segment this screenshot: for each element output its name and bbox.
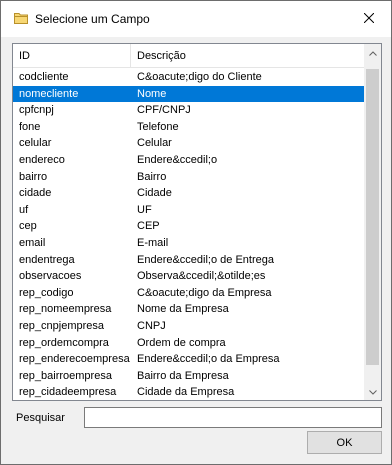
- list-item-description: Nome da Empresa: [137, 303, 229, 316]
- list-item-id: endentrega: [19, 253, 75, 266]
- list-item-id: uf: [19, 203, 29, 216]
- list-item-id: bairro: [19, 170, 48, 183]
- list-item-description: Endere&ccedil;o de Entrega: [137, 253, 274, 266]
- list-item[interactable]: uf UF: [13, 202, 365, 219]
- list-item-id: rep_nomeempresa: [19, 303, 112, 316]
- list-item[interactable]: cep CEP: [13, 218, 365, 235]
- list-item-id: nomecliente: [19, 87, 79, 100]
- list-item[interactable]: observacoes Observa&ccedil;&otilde;es: [13, 268, 365, 285]
- column-header-description[interactable]: Descrição: [131, 44, 365, 68]
- list-item-description: Cidade: [137, 187, 172, 200]
- list-item-id: cidade: [19, 187, 52, 200]
- list-item-id: rep_cidadeempresa: [19, 386, 117, 399]
- list-item[interactable]: rep_codigo C&oacute;digo da Empresa: [13, 285, 365, 302]
- list-item[interactable]: bairro Bairro: [13, 169, 365, 186]
- list-item[interactable]: rep_nomeempresa Nome da Empresa: [13, 301, 365, 318]
- search-label: Pesquisar: [16, 412, 65, 424]
- list-item[interactable]: rep_ordemcompra Ordem de compra: [13, 335, 365, 352]
- list-item-description: CNPJ: [137, 319, 166, 332]
- list-header: ID Descrição: [13, 44, 365, 68]
- ok-button[interactable]: OK: [307, 431, 382, 454]
- list-item-description: C&oacute;digo da Empresa: [137, 286, 272, 299]
- title-bar[interactable]: Selecione um Campo: [1, 1, 391, 37]
- close-icon: [363, 12, 375, 26]
- list-item-id: rep_codigo: [19, 286, 74, 299]
- list-item-description: CEP: [137, 220, 160, 233]
- list-item-description: Endere&ccedil;o: [137, 153, 218, 166]
- dialog-window: Selecione um Campo ID Descrição codclien…: [0, 0, 392, 465]
- list-item-description: Cidade da Empresa: [137, 386, 235, 399]
- list-item-description: Bairro da Empresa: [137, 369, 229, 382]
- list-item-id: endereco: [19, 153, 65, 166]
- list-item[interactable]: email E-mail: [13, 235, 365, 252]
- field-list[interactable]: ID Descrição codcliente C&oacute;digo do …: [12, 43, 382, 401]
- window-title: Selecione um Campo: [35, 12, 150, 26]
- list-item-id: observacoes: [19, 270, 82, 283]
- list-item[interactable]: endereco Endere&ccedil;o: [13, 152, 365, 169]
- list-item-id: celular: [19, 137, 52, 150]
- list-item-description: C&oacute;digo do Cliente: [137, 71, 262, 83]
- folder-icon: [14, 12, 28, 24]
- list-item-id: codcliente: [19, 71, 69, 83]
- scroll-thumb[interactable]: [366, 69, 379, 365]
- list-item-id: rep_bairroempresa: [19, 369, 112, 382]
- list-item[interactable]: rep_enderecoempresa Endere&ccedil;o da Em…: [13, 351, 365, 368]
- list-item-description: UF: [137, 203, 152, 216]
- chevron-down-icon: [368, 386, 377, 398]
- list-item-id: rep_cnpjempresa: [19, 319, 104, 332]
- list-item[interactable]: cidade Cidade: [13, 185, 365, 202]
- column-header-id[interactable]: ID: [13, 44, 131, 68]
- list-item-id: rep_enderecoempresa: [19, 353, 130, 366]
- list-item[interactable]: cpfcnpj CPF/CNPJ: [13, 102, 365, 119]
- list-item-id: fone: [19, 120, 41, 133]
- list-item-description: Telefone: [137, 120, 179, 133]
- list-item-description: Endere&ccedil;o da Empresa: [137, 353, 280, 366]
- list-item-description: Celular: [137, 137, 172, 150]
- list-item[interactable]: celular Celular: [13, 135, 365, 152]
- list-item-description: Observa&ccedil;&otilde;es: [137, 270, 266, 283]
- list-item[interactable]: rep_cidadeempresa Cidade da Empresa: [13, 384, 365, 400]
- vertical-scrollbar[interactable]: [364, 44, 381, 400]
- list-item-description: E-mail: [137, 236, 169, 249]
- list-item[interactable]: codcliente C&oacute;digo do Cliente: [13, 69, 365, 86]
- search-input[interactable]: [84, 407, 382, 428]
- chevron-up-icon: [368, 47, 377, 59]
- list-rows: codcliente C&oacute;digo do Cliente nomecl…: [13, 69, 365, 400]
- list-item-description: Nome: [137, 87, 167, 100]
- list-item-description: CPF/CNPJ: [137, 104, 191, 117]
- list-item-id: email: [19, 236, 46, 249]
- list-item[interactable]: rep_bairroempresa Bairro da Empresa: [13, 368, 365, 385]
- list-item-description: Ordem de compra: [137, 336, 226, 349]
- list-item-id: cep: [19, 220, 37, 233]
- list-item[interactable]: nomecliente Nome: [13, 85, 365, 103]
- list-item[interactable]: rep_cnpjempresa CNPJ: [13, 318, 365, 335]
- scroll-up-button[interactable]: [364, 44, 381, 61]
- list-item-description: Bairro: [137, 170, 167, 183]
- scroll-down-button[interactable]: [364, 383, 381, 400]
- list-item-id: rep_ordemcompra: [19, 336, 109, 349]
- list-item-id: cpfcnpj: [19, 104, 54, 117]
- list-item[interactable]: endentrega Endere&ccedil;o de Entrega: [13, 252, 365, 269]
- list-item[interactable]: fone Telefone: [13, 119, 365, 136]
- close-button[interactable]: [347, 1, 391, 37]
